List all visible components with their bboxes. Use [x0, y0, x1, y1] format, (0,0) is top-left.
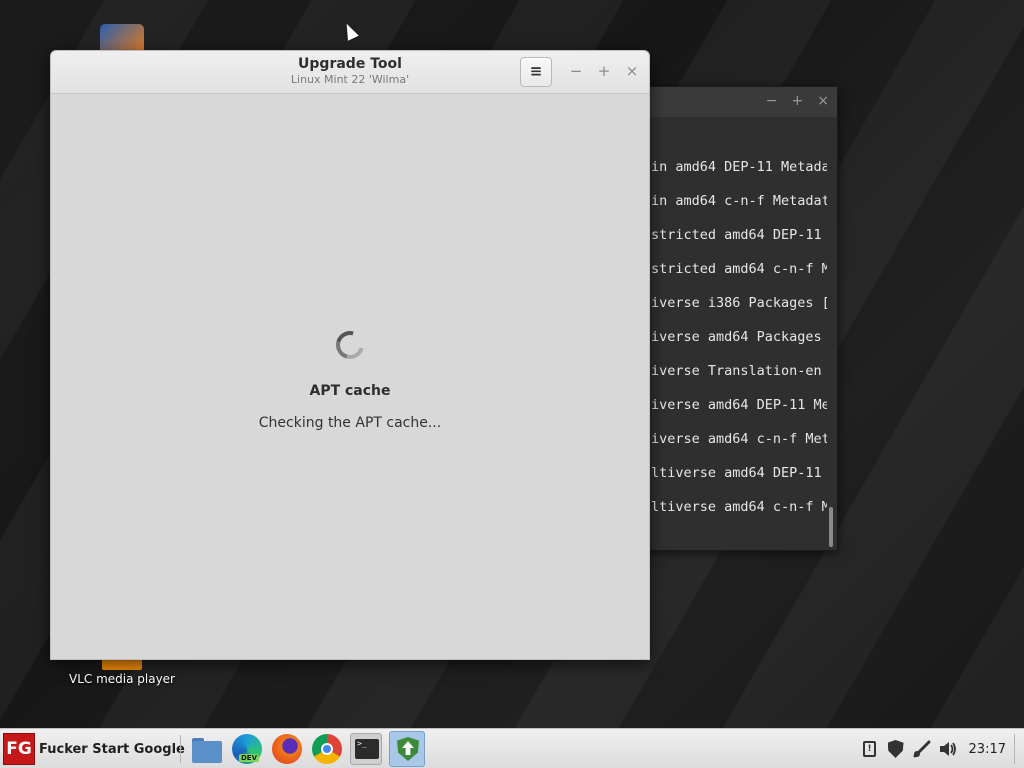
mouse-cursor-icon	[341, 21, 359, 41]
edge-dev-launcher-button[interactable]: DEV	[231, 733, 263, 765]
maximize-button[interactable]: +	[596, 62, 612, 80]
start-logo-icon: FG	[3, 733, 35, 765]
show-desktop-button[interactable]	[1014, 734, 1020, 764]
vlc-desktop-label[interactable]: VLC media player	[62, 672, 182, 686]
clock[interactable]: 23:17	[969, 742, 1006, 757]
firefox-launcher-button[interactable]	[271, 733, 303, 765]
terminal-close-button[interactable]: ×	[817, 93, 829, 109]
hamburger-menu-button[interactable]: ≡	[520, 57, 552, 87]
window-subtitle: Linux Mint 22 'Wilma'	[290, 73, 410, 86]
terminal-icon: >_	[355, 739, 379, 759]
system-tray: ! 23:17	[857, 729, 1024, 768]
terminal-line: stricted amd64 DEP-11	[651, 227, 822, 243]
terminal-scrollbar[interactable]	[829, 507, 833, 547]
window-title: Upgrade Tool	[298, 56, 402, 72]
terminal-line: iverse i386 Packages [	[651, 295, 827, 311]
terminal-line: ltiverse amd64 DEP-11	[651, 465, 822, 481]
start-menu-button[interactable]: FG Fucker Start Google	[3, 732, 185, 766]
close-button[interactable]: ×	[624, 62, 640, 80]
volume-icon[interactable]	[938, 739, 958, 759]
upgrade-tool-taskbar-button[interactable]	[389, 731, 425, 767]
minimize-button[interactable]: −	[568, 62, 584, 80]
terminal-line: stricted amd64 c-n-f M	[651, 261, 827, 277]
upgrade-tool-window[interactable]: Upgrade Tool Linux Mint 22 'Wilma' ≡ − +…	[50, 50, 650, 660]
files-launcher-button[interactable]	[191, 733, 223, 765]
terminal-line: iverse amd64 Packages	[651, 329, 822, 345]
taskbar-separator	[180, 735, 181, 763]
terminal-line: in amd64 c-n-f Metadat	[651, 193, 827, 209]
terminal-maximize-button[interactable]: +	[792, 93, 804, 109]
taskbar: FG Fucker Start Google DEV >_ ! 23:17	[0, 728, 1024, 768]
terminal-taskbar-button[interactable]: >_	[350, 733, 382, 765]
terminal-minimize-button[interactable]: −	[766, 93, 778, 109]
loading-spinner-icon	[330, 325, 370, 365]
update-shield-icon[interactable]	[886, 739, 906, 759]
firefox-icon	[272, 734, 302, 764]
status-text: Checking the APT cache...	[258, 415, 442, 431]
terminal-line: iverse amd64 c-n-f Met	[651, 431, 827, 447]
terminal-line: iverse amd64 DEP-11 Me	[651, 397, 827, 413]
upgrade-tool-titlebar[interactable]: Upgrade Tool Linux Mint 22 'Wilma' ≡ − +…	[51, 51, 649, 94]
status-title: APT cache	[309, 383, 391, 399]
desktop-icon-top[interactable]	[100, 24, 144, 52]
start-menu-label: Fucker Start Google	[39, 741, 185, 757]
chrome-launcher-button[interactable]	[311, 733, 343, 765]
clipboard-alert-icon[interactable]: !	[860, 739, 880, 759]
network-icon[interactable]	[912, 739, 932, 759]
edge-dev-badge: DEV	[239, 754, 260, 762]
terminal-line: in amd64 DEP-11 Metada	[651, 159, 827, 175]
terminal-line: ltiverse amd64 c-n-f M	[651, 499, 827, 515]
terminal-line: iverse Translation-en	[651, 363, 822, 379]
